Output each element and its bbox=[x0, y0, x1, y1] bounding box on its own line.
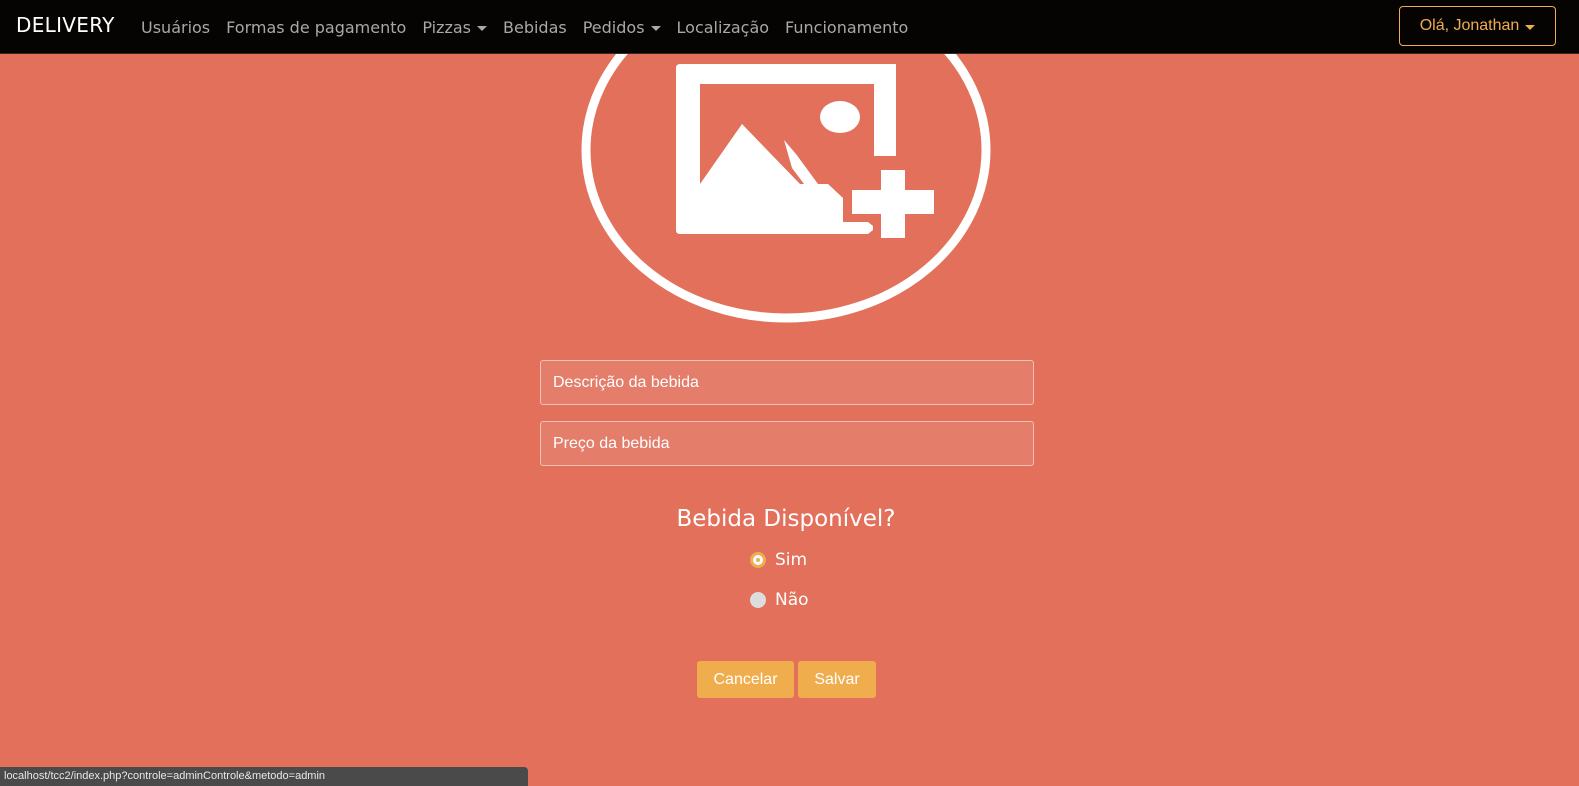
radio-label-nao: Não bbox=[775, 590, 809, 610]
nav-item-label: Formas de pagamento bbox=[226, 17, 407, 37]
nav-item-label: Pizzas bbox=[422, 17, 471, 37]
top-navbar: DELIVERY Usuários Formas de pagamento Pi… bbox=[0, 0, 1579, 54]
brand-logo[interactable]: DELIVERY bbox=[16, 13, 115, 37]
nav-item-label: Localização bbox=[676, 17, 770, 37]
beverage-price-input[interactable] bbox=[540, 421, 1034, 466]
caret-down-icon bbox=[1525, 24, 1536, 30]
radio-option-sim[interactable]: Sim bbox=[750, 550, 807, 570]
nav-item-label: Usuários bbox=[141, 17, 211, 37]
nav-item-formas-pagamento[interactable]: Formas de pagamento bbox=[226, 18, 406, 37]
nav-links: Usuários Formas de pagamento Pizzas Bebi… bbox=[141, 0, 924, 54]
nav-item-label: Bebidas bbox=[503, 17, 567, 37]
nav-item-pedidos[interactable]: Pedidos bbox=[583, 18, 661, 37]
availability-question: Bebida Disponível? bbox=[676, 506, 896, 532]
nav-item-usuarios[interactable]: Usuários bbox=[141, 18, 210, 37]
user-menu-button[interactable]: Olá, Jonathan bbox=[1399, 6, 1556, 46]
nav-item-label: Funcionamento bbox=[785, 17, 909, 37]
user-greeting: Olá, Jonathan bbox=[1419, 17, 1520, 34]
radio-option-nao[interactable]: Não bbox=[750, 590, 809, 610]
caret-down-icon bbox=[477, 25, 487, 31]
save-button[interactable]: Salvar bbox=[798, 661, 876, 698]
caret-down-icon bbox=[650, 25, 661, 31]
nav-item-funcionamento[interactable]: Funcionamento bbox=[785, 18, 908, 37]
radio-button-nao[interactable] bbox=[750, 592, 766, 608]
nav-item-pizzas[interactable]: Pizzas bbox=[422, 18, 487, 37]
radio-button-sim[interactable] bbox=[750, 552, 766, 568]
nav-item-bebidas[interactable]: Bebidas bbox=[503, 18, 567, 37]
browser-status-url: localhost/tcc2/index.php?controle=adminC… bbox=[0, 767, 528, 786]
nav-item-localizacao[interactable]: Localização bbox=[677, 18, 770, 37]
radio-label-sim: Sim bbox=[775, 550, 808, 570]
nav-item-label: Pedidos bbox=[582, 17, 645, 37]
cancel-button[interactable]: Cancelar bbox=[697, 661, 794, 698]
beverage-description-input[interactable] bbox=[540, 360, 1034, 405]
